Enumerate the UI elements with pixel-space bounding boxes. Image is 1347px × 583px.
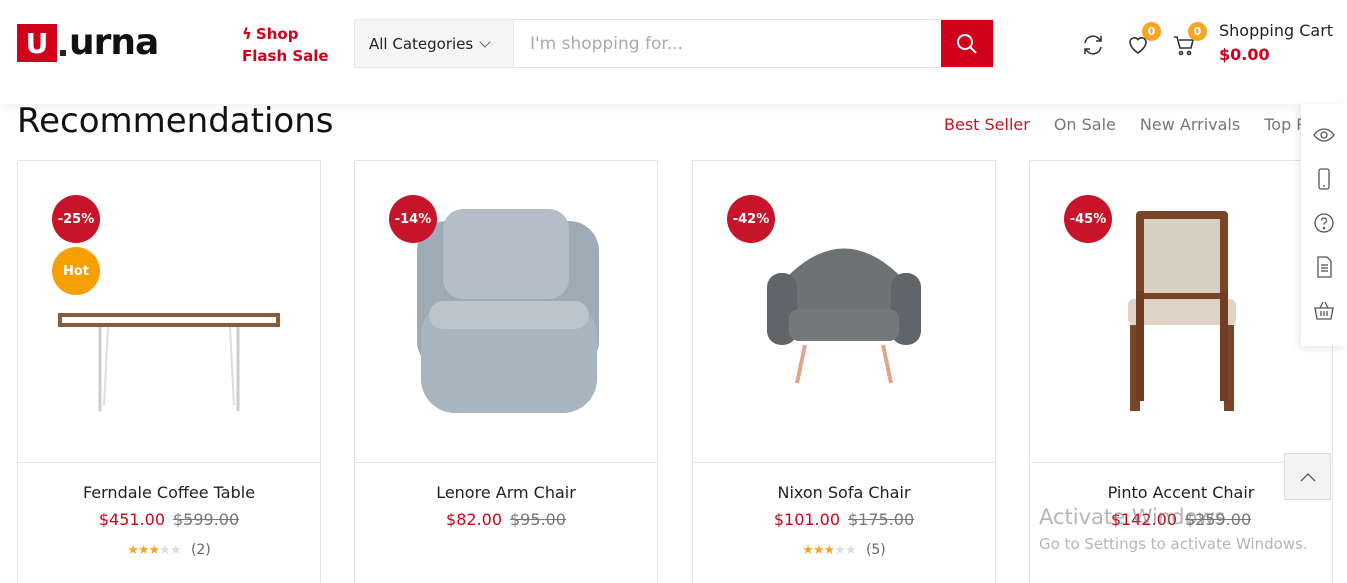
tab-best-seller[interactable]: Best Seller: [944, 115, 1030, 134]
product-image[interactable]: -25% Hot: [18, 161, 320, 463]
product-price: $101.00: [773, 510, 840, 529]
tab-on-sale[interactable]: On Sale: [1054, 115, 1116, 134]
search-button[interactable]: [941, 20, 993, 67]
windows-activation-watermark: Activate Windows Go to Settings to activ…: [1039, 505, 1308, 553]
site-logo[interactable]: U urna: [17, 22, 159, 63]
product-price: $82.00: [446, 510, 502, 529]
discount-badge: -45%: [1064, 195, 1112, 243]
document-icon[interactable]: [1313, 256, 1335, 278]
flash-line2: Flash Sale: [242, 47, 329, 65]
flash-line1: Shop: [255, 25, 299, 43]
review-count: (5): [865, 542, 886, 558]
hot-badge: Hot: [52, 247, 100, 295]
chevron-up-icon: [1300, 472, 1315, 481]
flash-sale-link[interactable]: ϟ Shop Flash Sale: [242, 23, 329, 67]
product-card[interactable]: -25% Hot Ferndale Coffee Table $451.00 $5…: [17, 160, 321, 583]
search-input[interactable]: [514, 20, 941, 67]
category-label: All Categories: [369, 34, 474, 53]
product-rating: ★★★★★ (2): [18, 542, 320, 558]
search-icon: [957, 33, 977, 54]
search-bar: All Categories: [354, 19, 994, 68]
site-header: U urna ϟShop Flash Sale All Categories 0…: [0, 0, 1347, 104]
refresh-icon: [1084, 35, 1102, 55]
product-name[interactable]: Lenore Arm Chair: [355, 483, 657, 502]
logo-mark: U: [17, 24, 57, 62]
watermark-line1: Activate Windows: [1039, 505, 1226, 529]
discount-badge: -25%: [52, 195, 100, 243]
review-count: (2): [190, 542, 211, 558]
discount-badge: -14%: [389, 195, 437, 243]
tab-top-rated[interactable]: Top Rated: [1264, 115, 1302, 134]
lightning-icon: ϟ: [242, 25, 252, 43]
product-price-row: $451.00 $599.00: [18, 510, 320, 529]
product-name[interactable]: Nixon Sofa Chair: [693, 483, 995, 502]
basket-icon[interactable]: [1313, 300, 1335, 322]
product-price-row: $82.00 $95.00: [355, 510, 657, 529]
chevron-down-icon: [479, 35, 491, 48]
product-tabs: Best Seller On Sale New Arrivals Top Rat…: [944, 110, 1302, 140]
product-card[interactable]: -14% Lenore Arm Chair $82.00 $95.00: [354, 160, 658, 583]
discount-badge: -42%: [727, 195, 775, 243]
product-price-row: $101.00 $175.00: [693, 510, 995, 529]
product-name[interactable]: Ferndale Coffee Table: [18, 483, 320, 502]
product-price: $451.00: [98, 510, 165, 529]
product-card[interactable]: -42% Nixon Sofa Chair $101.00 $175.00 ★★★…: [692, 160, 996, 583]
cart-label[interactable]: Shopping Cart: [1219, 21, 1333, 40]
cart-count-badge: 0: [1188, 22, 1207, 41]
section-title: Recommendations: [17, 101, 334, 141]
tab-new-arrivals[interactable]: New Arrivals: [1140, 115, 1240, 134]
star-rating-icon: ★★★★★: [127, 543, 181, 558]
product-old-price: $95.00: [510, 510, 566, 529]
mobile-icon[interactable]: [1313, 168, 1335, 190]
star-rating-icon: ★★★★★: [802, 543, 856, 558]
eye-icon[interactable]: [1313, 124, 1335, 146]
product-old-price: $175.00: [848, 510, 915, 529]
wishlist-count-badge: 0: [1142, 22, 1161, 41]
back-to-top-button[interactable]: [1284, 453, 1331, 500]
product-image[interactable]: -14%: [355, 161, 657, 463]
help-icon[interactable]: [1313, 212, 1335, 234]
category-select[interactable]: All Categories: [355, 20, 514, 67]
cart-button[interactable]: 0: [1171, 22, 1207, 58]
cart-total[interactable]: $0.00: [1219, 45, 1270, 64]
logo-text: urna: [69, 22, 159, 63]
product-image[interactable]: -45%: [1030, 161, 1332, 463]
floating-toolbar: [1301, 104, 1347, 346]
compare-button[interactable]: [1080, 32, 1106, 58]
watermark-line2: Go to Settings to activate Windows.: [1039, 535, 1308, 553]
wishlist-button[interactable]: 0: [1125, 22, 1161, 58]
product-rating: ★★★★★ (5): [693, 542, 995, 558]
product-old-price: $599.00: [173, 510, 240, 529]
product-image[interactable]: -42%: [693, 161, 995, 463]
logo-dot: [60, 50, 66, 56]
